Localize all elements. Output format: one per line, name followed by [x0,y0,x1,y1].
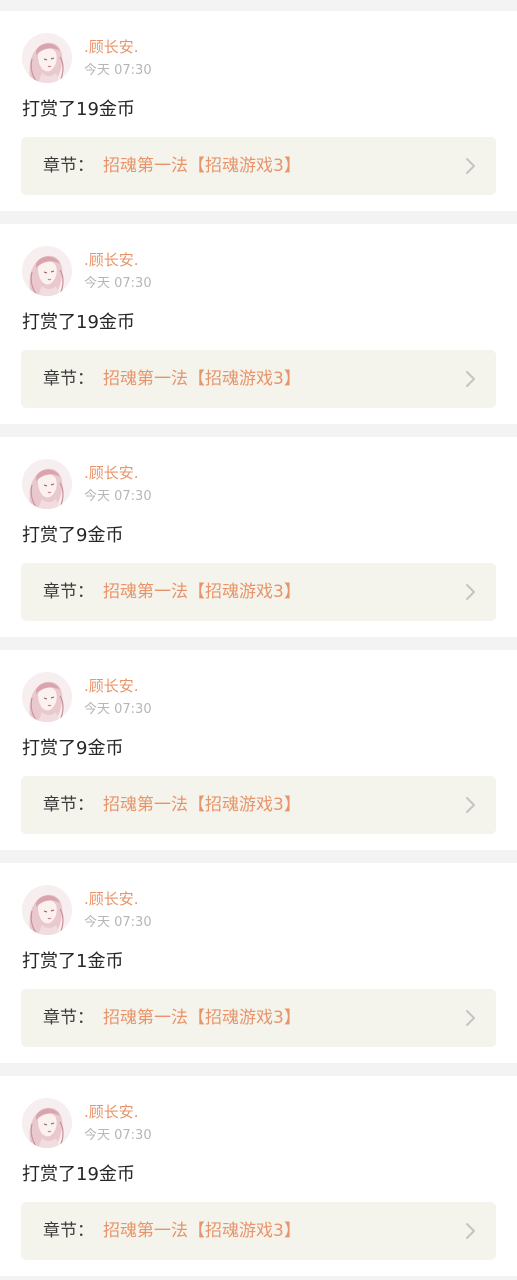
username[interactable]: .顾长安. [84,38,139,56]
chapter-title: 招魂第一法【招魂游戏3】 [103,1221,301,1241]
reward-card: .顾长安. 今天 07:30 打赏了9金币 章节： 招魂第一法【招魂游戏3】 [0,437,517,637]
reward-card: .顾长安. 今天 07:30 打赏了19金币 章节： 招魂第一法【招魂游戏3】 [0,1076,517,1276]
chapter-label: 章节： [43,369,94,389]
username[interactable]: .顾长安. [84,677,139,695]
chapter-link[interactable]: 章节： 招魂第一法【招魂游戏3】 [21,1202,496,1260]
timestamp: 今天 07:30 [84,702,152,717]
chapter-title: 招魂第一法【招魂游戏3】 [103,156,301,176]
reward-text: 打赏了9金币 [22,738,124,759]
reward-card: .顾长安. 今天 07:30 打赏了19金币 章节： 招魂第一法【招魂游戏3】 [0,11,517,211]
reward-card: .顾长安. 今天 07:30 打赏了1金币 章节： 招魂第一法【招魂游戏3】 [0,863,517,1063]
chapter-label: 章节： [43,1221,94,1241]
username[interactable]: .顾长安. [84,251,139,269]
chapter-link[interactable]: 章节： 招魂第一法【招魂游戏3】 [21,776,496,834]
reward-text: 打赏了19金币 [22,1164,135,1185]
chapter-title: 招魂第一法【招魂游戏3】 [103,582,301,602]
avatar-icon[interactable] [22,33,72,83]
timestamp: 今天 07:30 [84,63,152,78]
chapter-label: 章节： [43,795,94,815]
chapter-link[interactable]: 章节： 招魂第一法【招魂游戏3】 [21,989,496,1047]
chevron-right-icon [466,371,475,387]
chapter-title: 招魂第一法【招魂游戏3】 [103,795,301,815]
reward-text: 打赏了1金币 [22,951,124,972]
chapter-label: 章节： [43,1008,94,1028]
timestamp: 今天 07:30 [84,276,152,291]
avatar-icon[interactable] [22,246,72,296]
chapter-title: 招魂第一法【招魂游戏3】 [103,1008,301,1028]
avatar-icon[interactable] [22,885,72,935]
reward-text: 打赏了9金币 [22,525,124,546]
avatar-icon[interactable] [22,1098,72,1148]
chapter-label: 章节： [43,156,94,176]
username[interactable]: .顾长安. [84,890,139,908]
chapter-link[interactable]: 章节： 招魂第一法【招魂游戏3】 [21,350,496,408]
chevron-right-icon [466,158,475,174]
chapter-link[interactable]: 章节： 招魂第一法【招魂游戏3】 [21,137,496,195]
username[interactable]: .顾长安. [84,1103,139,1121]
chevron-right-icon [466,797,475,813]
reward-feed: .顾长安. 今天 07:30 打赏了19金币 章节： 招魂第一法【招魂游戏3】 … [0,0,517,1280]
reward-card: .顾长安. 今天 07:30 打赏了9金币 章节： 招魂第一法【招魂游戏3】 [0,650,517,850]
username[interactable]: .顾长安. [84,464,139,482]
chapter-title: 招魂第一法【招魂游戏3】 [103,369,301,389]
reward-card: .顾长安. 今天 07:30 打赏了19金币 章节： 招魂第一法【招魂游戏3】 [0,224,517,424]
timestamp: 今天 07:30 [84,915,152,930]
reward-text: 打赏了19金币 [22,312,135,333]
chevron-right-icon [466,1223,475,1239]
chevron-right-icon [466,1010,475,1026]
chapter-link[interactable]: 章节： 招魂第一法【招魂游戏3】 [21,563,496,621]
chevron-right-icon [466,584,475,600]
timestamp: 今天 07:30 [84,489,152,504]
reward-text: 打赏了19金币 [22,99,135,120]
avatar-icon[interactable] [22,672,72,722]
chapter-label: 章节： [43,582,94,602]
avatar-icon[interactable] [22,459,72,509]
timestamp: 今天 07:30 [84,1128,152,1143]
